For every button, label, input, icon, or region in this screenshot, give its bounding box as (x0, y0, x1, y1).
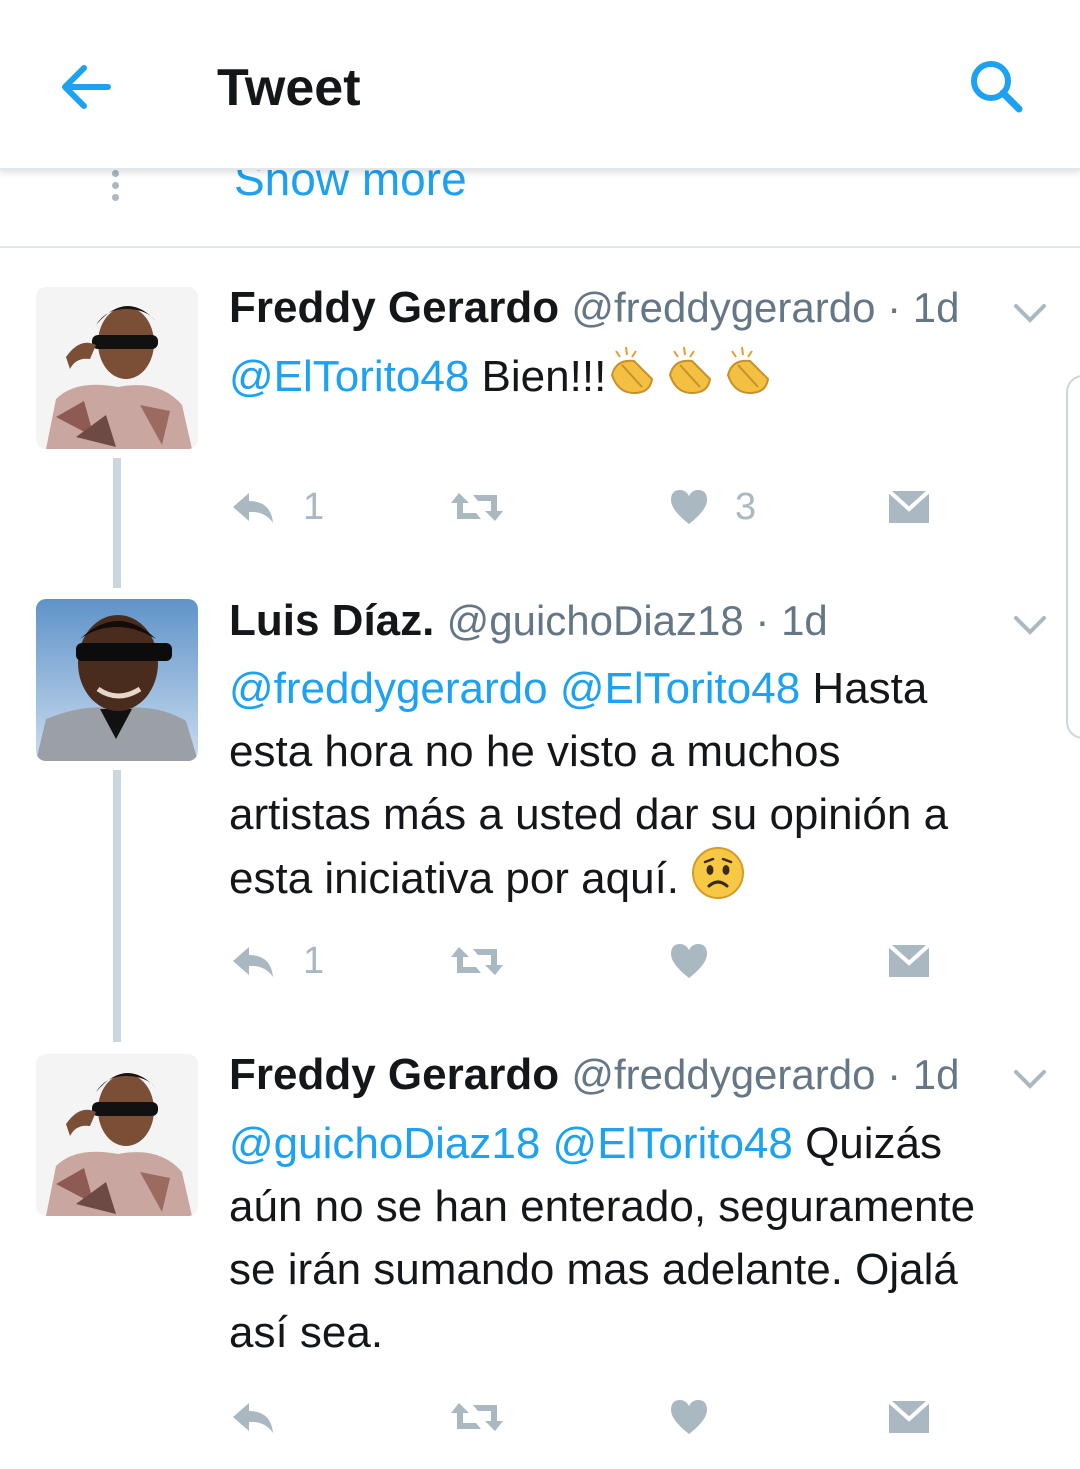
tweet-header: Freddy Gerardo @freddygerardo · 1d (229, 1050, 960, 1100)
worried-face-emoji (691, 846, 745, 917)
envelope-icon (887, 1399, 931, 1433)
tweet-body: esta iniciativa por aquí. (229, 854, 680, 904)
tweet-header: Freddy Gerardo @freddygerardo · 1d (229, 283, 960, 333)
heart-icon (671, 944, 707, 978)
retweet-icon (451, 493, 503, 521)
mention-link[interactable]: @ElTorito48 (560, 664, 800, 713)
like-button[interactable] (669, 1392, 735, 1442)
tweet-text: @ElTorito48 Bien!!! (229, 345, 1059, 414)
envelope-icon (887, 489, 931, 523)
display-name[interactable]: Luis Díaz. (229, 596, 434, 645)
reply-button[interactable]: 1 (229, 936, 324, 986)
tweet-body: Hasta (800, 664, 928, 713)
mention-link[interactable]: @guichoDiaz18 (229, 1119, 540, 1168)
reply-count: 1 (303, 939, 325, 982)
reply-icon (233, 1403, 273, 1433)
direct-message-button[interactable] (887, 936, 931, 986)
user-handle[interactable]: @freddygerardo (571, 1051, 875, 1098)
tweet-time: 1d (912, 284, 960, 331)
tweet-body: esta hora no he visto a muchos (229, 727, 841, 776)
page-title: Tweet (217, 59, 361, 117)
chevron-down-icon[interactable] (1010, 1064, 1050, 1094)
top-app-bar: Tweet (0, 0, 1080, 170)
heart-icon (671, 1400, 707, 1434)
mention-link[interactable]: @ElTorito48 (229, 352, 469, 401)
back-arrow-icon[interactable] (52, 52, 122, 122)
tweet-body: se irán sumando mas adelante. Ojalá (229, 1245, 958, 1294)
tweet-body: Quizás (792, 1119, 943, 1168)
show-more-row: Show more (0, 168, 1080, 248)
more-dots-icon (112, 170, 122, 201)
tweet-text: @freddygerardo @ElTorito48 Hasta esta ho… (229, 657, 1059, 917)
avatar[interactable] (36, 1054, 198, 1216)
like-button[interactable] (669, 936, 735, 986)
user-handle[interactable]: @freddygerardo (571, 284, 875, 331)
retweet-button[interactable] (449, 1392, 531, 1442)
direct-message-button[interactable] (887, 1392, 931, 1442)
separator-dot: · (875, 1051, 913, 1098)
retweet-icon (451, 1403, 503, 1431)
tweet-header: Luis Díaz. @guichoDiaz18 · 1d (229, 596, 828, 646)
display-name[interactable]: Freddy Gerardo (229, 283, 559, 332)
tweet-text: @guichoDiaz18 @ElTorito48 Quizás aún no … (229, 1112, 1059, 1364)
user-handle[interactable]: @guichoDiaz18 (447, 597, 744, 644)
reply-button[interactable] (229, 1392, 303, 1442)
envelope-icon (887, 943, 931, 977)
tweet-body: Bien!!! (469, 352, 607, 402)
scrollbar-handle[interactable] (1066, 375, 1080, 739)
avatar[interactable] (36, 599, 198, 761)
tweet-body: artistas más a usted dar su opinión a (229, 790, 949, 839)
retweet-button[interactable] (449, 936, 531, 986)
chevron-down-icon[interactable] (1010, 298, 1050, 328)
thread-connector (113, 458, 121, 588)
avatar[interactable] (36, 287, 198, 449)
mention-link[interactable]: @freddygerardo (229, 664, 548, 713)
like-count: 3 (735, 485, 757, 528)
retweet-icon (451, 947, 503, 975)
tweet-time: 1d (912, 1051, 960, 1098)
reply-icon (233, 947, 273, 977)
tweet-actions (229, 1392, 989, 1442)
mention-link[interactable]: @ElTorito48 (553, 1119, 793, 1168)
retweet-button[interactable] (449, 482, 531, 532)
like-button[interactable]: 3 (669, 482, 756, 532)
reply-icon (233, 493, 273, 523)
direct-message-button[interactable] (887, 482, 931, 532)
thread-connector (113, 770, 121, 1042)
tweet-body: así sea. (229, 1308, 384, 1357)
tweet-actions: 1 3 (229, 482, 989, 532)
display-name[interactable]: Freddy Gerardo (229, 1050, 559, 1099)
show-more-link[interactable]: Show more (234, 168, 467, 206)
clapping-hands-emoji (606, 345, 778, 414)
tweet-time: 1d (781, 597, 828, 644)
reply-count: 1 (303, 485, 325, 528)
chevron-down-icon[interactable] (1010, 610, 1050, 640)
reply-button[interactable]: 1 (229, 482, 324, 532)
search-icon[interactable] (962, 52, 1032, 122)
heart-icon (671, 490, 707, 524)
separator-dot: · (743, 597, 782, 644)
tweet-body: aún no se han enterado, seguramente (229, 1182, 976, 1231)
separator-dot: · (875, 284, 913, 331)
tweet-actions: 1 (229, 936, 989, 986)
